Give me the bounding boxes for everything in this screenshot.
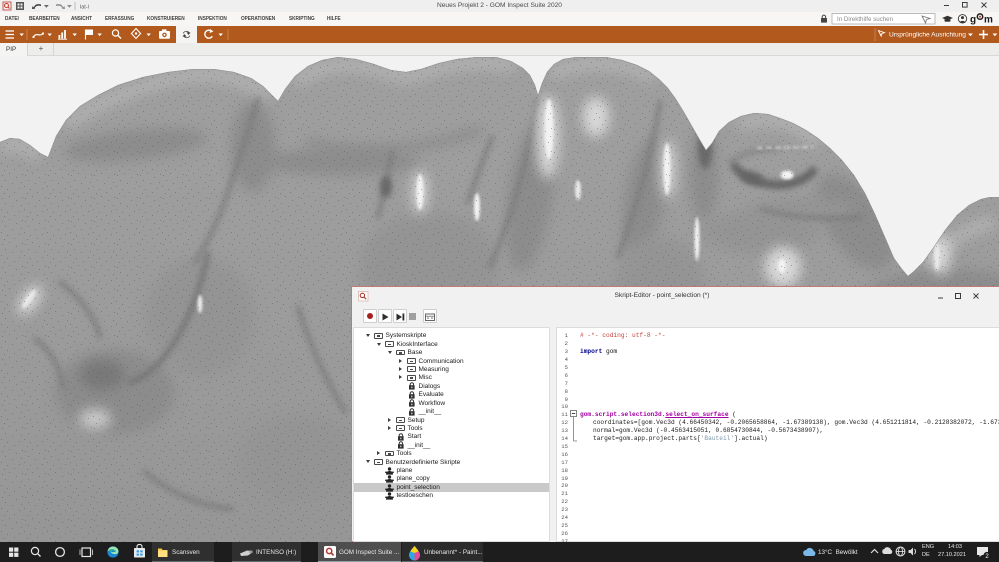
- svg-text:m: m: [984, 15, 993, 26]
- svg-text:In Direkthilfe suchen: In Direkthilfe suchen: [837, 16, 894, 23]
- svg-text:Ursprüngliche Ausrichtung: Ursprüngliche Ausrichtung: [889, 32, 966, 39]
- svg-text:g: g: [970, 15, 976, 26]
